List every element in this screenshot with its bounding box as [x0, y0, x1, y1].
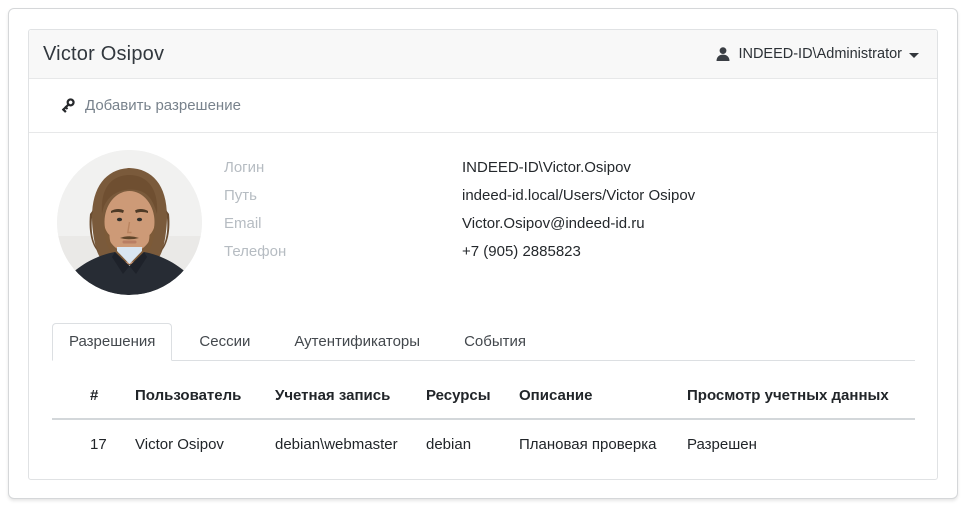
column-header-description: Описание: [519, 372, 687, 420]
user-icon: [715, 46, 738, 62]
field-value: Victor.Osipov@indeed-id.ru: [462, 215, 645, 232]
profile-field-email: Email Victor.Osipov@indeed-id.ru: [224, 210, 695, 238]
page-title: Victor Osipov: [43, 42, 165, 65]
field-label: Email: [224, 215, 262, 232]
column-header-account: Учетная запись: [275, 372, 426, 420]
admin-user-menu[interactable]: INDEED-ID\Administrator: [715, 46, 919, 62]
profile-field-login: Логин INDEED-ID\Victor.Osipov: [224, 154, 695, 182]
column-header-user: Пользователь: [135, 372, 275, 420]
column-header-number: #: [52, 372, 135, 420]
tab-events[interactable]: События: [447, 323, 543, 361]
field-label: Путь: [224, 187, 257, 204]
cell-description: Плановая проверка: [519, 436, 657, 453]
cell-resources: debian: [426, 436, 472, 453]
cell-number: 17: [90, 436, 107, 453]
table-row[interactable]: 17 Victor Osipov debian\webmaster debian…: [52, 419, 915, 471]
tab-bar: Разрешения Сессии Аутентификаторы Событи…: [52, 322, 915, 361]
field-value: INDEED-ID\Victor.Osipov: [462, 159, 631, 176]
outer-panel: Victor Osipov INDEED-ID\Administrator До…: [8, 8, 958, 499]
cell-user: Victor Osipov: [135, 436, 224, 453]
add-permission-button[interactable]: Добавить разрешение: [59, 97, 241, 114]
caret-down-icon: [909, 52, 919, 58]
profile-field-path: Путь indeed-id.local/Users/Victor Osipov: [224, 182, 695, 210]
add-permission-label: Добавить разрешение: [85, 97, 241, 114]
field-label: Логин: [224, 159, 265, 176]
user-profile-card: Victor Osipov INDEED-ID\Administrator До…: [28, 29, 938, 480]
table-header-row: # Пользователь Учетная запись Ресурсы Оп…: [52, 372, 915, 420]
admin-user-label: INDEED-ID\Administrator: [738, 46, 902, 62]
profile-section: Логин INDEED-ID\Victor.Osipov Путь indee…: [29, 133, 937, 322]
tab-sessions[interactable]: Сессии: [182, 323, 267, 361]
profile-field-phone: Телефон +7 (905) 2885823: [224, 238, 695, 266]
card-header: Victor Osipov INDEED-ID\Administrator: [29, 30, 937, 79]
field-value: indeed-id.local/Users/Victor Osipov: [462, 187, 696, 204]
cell-credentials-view: Разрешен: [687, 436, 757, 453]
avatar: [57, 150, 202, 295]
tab-permissions[interactable]: Разрешения: [52, 323, 173, 361]
tab-authenticators[interactable]: Аутентификаторы: [277, 323, 437, 361]
column-header-resources: Ресурсы: [426, 372, 519, 420]
field-value: +7 (905) 2885823: [462, 243, 581, 260]
key-icon: [59, 97, 85, 114]
permissions-table: # Пользователь Учетная запись Ресурсы Оп…: [52, 372, 915, 471]
cell-account: debian\webmaster: [275, 436, 398, 453]
toolbar: Добавить разрешение: [29, 79, 937, 133]
field-label: Телефон: [224, 243, 287, 260]
profile-fields: Логин INDEED-ID\Victor.Osipov Путь indee…: [224, 154, 695, 266]
column-header-credentials-view: Просмотр учетных данных: [687, 372, 915, 420]
